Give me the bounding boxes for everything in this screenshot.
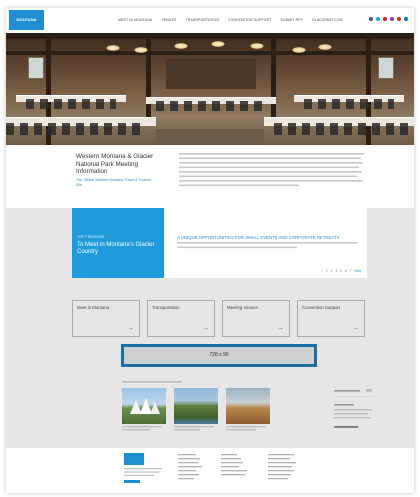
nav-item-meet-in-montana[interactable]: MEET IN MONTANA <box>118 18 152 22</box>
tile-label: Convention Support <box>302 305 340 310</box>
nav-item-convention-support[interactable]: CONVENTION SUPPORT <box>228 18 271 22</box>
feature-slider: TOP 7 REASONS To Meet in Montana's Glaci… <box>72 208 367 278</box>
linkedin-icon[interactable] <box>404 17 408 21</box>
feature-pager: 1 2 3 4 5 6 7 Next <box>321 269 361 273</box>
site-footer <box>6 448 414 493</box>
instagram-icon[interactable] <box>390 17 394 21</box>
pager-5[interactable]: 5 <box>340 269 342 273</box>
arrow-right-icon: → <box>352 325 359 332</box>
intro-title: Western Montana & Glacier National Park … <box>76 153 154 175</box>
arrow-right-icon: → <box>277 325 284 332</box>
tile-meeting-venues[interactable]: Meeting Venues → <box>222 300 290 337</box>
youtube-icon[interactable] <box>397 17 401 21</box>
intro-subtitle-link[interactable]: The Official Western Montana Travel & To… <box>76 178 156 187</box>
feature-title: To Meet in Montana's Glacier Country <box>77 242 155 255</box>
footer-links-col-1 <box>178 454 208 490</box>
feature-description <box>177 242 357 253</box>
pager-7[interactable]: 7 <box>350 269 352 273</box>
ad-banner-slot[interactable]: 728 x 90 <box>121 344 317 367</box>
tile-convention-support[interactable]: Convention Support → <box>297 300 365 337</box>
tile-label: Transportation <box>152 305 180 310</box>
intro-section: Western Montana & Glacier National Park … <box>6 145 414 208</box>
arrow-right-icon: → <box>202 325 209 332</box>
nav-item-glaciermt[interactable]: GLACIERMT.COM <box>312 18 343 22</box>
pager-next-link[interactable]: Next <box>354 269 361 273</box>
pager-2[interactable]: 2 <box>326 269 328 273</box>
lower-caption-placeholder <box>122 380 182 385</box>
tile-meet-in-montana[interactable]: Meet in Montana → <box>72 300 140 337</box>
main-nav: MEET IN MONTANA VENUES TRANSPORTATION CO… <box>118 18 343 22</box>
nav-item-submit-rfp[interactable]: SUBMIT RFP <box>281 18 303 22</box>
footer-links-col-2 <box>221 454 251 490</box>
footer-logo[interactable] <box>124 453 144 465</box>
tile-label: Meet in Montana <box>77 305 110 310</box>
top-bar: MONTANA MEET IN MONTANA VENUES TRANSPORT… <box>6 8 414 33</box>
photo-thumbnail-tipis[interactable] <box>122 388 166 431</box>
twitter-icon[interactable] <box>376 17 380 21</box>
pager-6[interactable]: 6 <box>345 269 347 273</box>
contact-sidebar <box>334 388 374 438</box>
section-tiles: Meet in Montana → Transportation → Meeti… <box>72 300 365 337</box>
tile-label: Meeting Venues <box>227 305 258 310</box>
footer-links-col-3 <box>268 454 300 490</box>
feature-blue-panel[interactable]: TOP 7 REASONS To Meet in Montana's Glaci… <box>72 208 164 278</box>
photo-thumbnail-lodge[interactable] <box>226 388 270 431</box>
tile-transportation[interactable]: Transportation → <box>147 300 215 337</box>
feature-description-placeholder-lines <box>177 242 357 249</box>
page: MONTANA MEET IN MONTANA VENUES TRANSPORT… <box>6 8 414 493</box>
contact-sidebar-placeholder <box>334 389 374 428</box>
intro-body-text <box>179 153 364 194</box>
site-logo[interactable]: MONTANA <box>9 10 44 30</box>
intro-body-placeholder-lines <box>179 153 364 187</box>
pinterest-icon[interactable] <box>383 17 387 21</box>
social-links <box>369 17 408 21</box>
pager-4[interactable]: 4 <box>335 269 337 273</box>
pager-1[interactable]: 1 <box>321 269 323 273</box>
hero-image-meeting-room <box>6 33 414 145</box>
thumbnail-caption-placeholder <box>122 426 166 433</box>
feature-headline: A UNIQUE OPPORTUNITIES FOR SMALL EVENTS … <box>177 235 340 240</box>
pager-3[interactable]: 3 <box>331 269 333 273</box>
nav-item-transportation[interactable]: TRANSPORTATION <box>186 18 220 22</box>
nav-item-venues[interactable]: VENUES <box>161 18 176 22</box>
arrow-right-icon: → <box>127 325 134 332</box>
facebook-icon[interactable] <box>369 17 373 21</box>
thumbnail-caption-placeholder <box>174 426 218 433</box>
thumbnail-caption-placeholder <box>226 426 270 433</box>
photo-thumbnail-lake[interactable] <box>174 388 218 431</box>
feature-kicker: TOP 7 REASONS <box>77 235 105 239</box>
footer-blurb <box>124 468 164 489</box>
